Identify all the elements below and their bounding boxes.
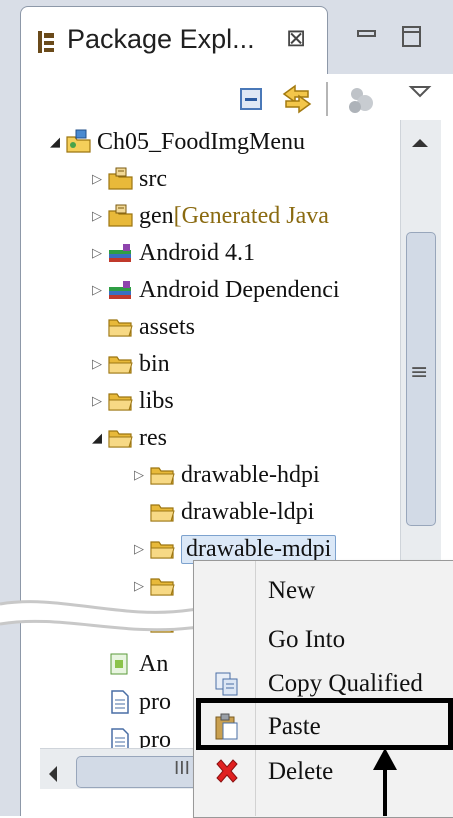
menu-item-label: Copy Qualified [268,670,423,697]
tree-item-label: Android Dependenci [139,276,340,303]
pointer-arrow-line [383,764,387,816]
tree-item-an[interactable]: An [88,646,168,682]
menu-item-delete[interactable]: Delete [194,752,453,792]
folder-icon [106,388,136,414]
tree-item-res[interactable]: ◢ res [88,420,167,456]
view-menu-icon[interactable] [408,84,432,100]
tree-item-src[interactable]: ▷ src [88,161,167,197]
menu-item-new[interactable]: New [194,571,453,611]
tree-item-label: drawable-hdpi [181,461,320,488]
android-manifest-icon [106,651,136,677]
menu-item-label: Go Into [268,626,346,653]
folder-icon [148,610,178,636]
tree-item[interactable]: ▷ [130,568,181,604]
folder-icon [148,499,178,525]
tree-item-drawable-hdpi[interactable]: ▷ drawable-hdpi [130,457,320,493]
collapsed-arrow-icon[interactable]: ▷ [130,467,148,483]
library-icon [106,240,136,266]
tree-item-label: src [139,165,167,192]
view-title: Package Expl... [67,24,255,54]
tree-item-drawable-ldpi[interactable]: drawable-ldpi [130,494,314,530]
tree-item-label: An [139,650,169,677]
h-scroll-grip-icon: III [174,758,190,779]
close-view-icon[interactable]: ⊠ [286,24,306,52]
tree-item-libs[interactable]: ▷ libs [88,383,174,419]
collapsed-arrow-icon[interactable]: ▷ [130,578,148,594]
tree-item-label: Ch05_FoodImgMenu [97,128,306,155]
tree-item-label: assets [139,313,195,340]
tree-item-bin[interactable]: ▷ bin [88,346,170,382]
collapsed-arrow-icon[interactable]: ▷ [88,393,106,409]
toolbar-separator [326,82,328,116]
file-icon [106,689,136,715]
menu-item-label: New [268,577,316,604]
collapsed-arrow-icon[interactable]: ▷ [88,171,106,187]
maximize-icon[interactable] [400,24,424,50]
expanded-arrow-icon[interactable]: ◢ [130,615,148,631]
tree-item-gen[interactable]: ▷ gen [Generated Java [88,198,329,234]
source-folder-icon [106,203,136,229]
menu-item-label: Delete [268,758,334,785]
tree-item-android-dependenci[interactable]: ▷ Android Dependenci [88,272,340,308]
expanded-arrow-icon[interactable]: ◢ [46,134,64,150]
scroll-grip-icon: ≡ [410,360,429,385]
delete-icon [194,758,260,786]
scroll-up-icon[interactable] [409,136,431,150]
collapsed-arrow-icon[interactable]: ▷ [88,356,106,372]
tree-item[interactable]: ◢ [130,605,181,641]
folder-icon [148,573,178,599]
menu-item-go-into[interactable]: Go Into [194,620,453,660]
copy-icon [194,670,260,698]
tree-item-ch05-foodimgmenu[interactable]: ◢ Ch05_FoodImgMenu [46,124,305,160]
tree-item-label: pro [139,688,171,715]
minimize-icon[interactable] [355,28,379,46]
folder-icon [106,425,136,451]
tree-item-label: drawable-ldpi [181,498,315,525]
library-icon [106,277,136,303]
tree-item-android-4-1[interactable]: ▷ Android 4.1 [88,235,255,271]
scroll-left-icon[interactable] [46,764,60,784]
tree-item-label: gen [139,202,174,229]
tree-item-label: bin [139,350,170,377]
collapse-all-icon[interactable] [236,86,266,114]
project-icon [64,129,94,155]
folder-icon [106,314,136,340]
expanded-arrow-icon[interactable]: ◢ [88,430,106,446]
tree-item-assets[interactable]: assets [88,309,195,345]
package-explorer-icon [38,31,54,53]
tree-item-label: res [139,424,167,451]
folder-icon [106,351,136,377]
folder-icon [148,462,178,488]
link-with-editor-icon[interactable] [280,82,314,116]
tree-item-label: libs [139,387,174,414]
collapsed-arrow-icon[interactable]: ▷ [88,245,106,261]
tree-item-pro[interactable]: pro [88,684,171,720]
generated-java-suffix: [Generated Java [173,202,329,229]
tree-item-label: Android 4.1 [139,239,255,266]
folder-icon [148,536,178,562]
collapsed-arrow-icon[interactable]: ▷ [88,282,106,298]
paste-highlight-box [196,698,453,750]
collapsed-arrow-icon[interactable]: ▷ [88,208,106,224]
source-folder-icon [106,166,136,192]
collapsed-arrow-icon[interactable]: ▷ [130,541,148,557]
focus-icon[interactable] [344,84,378,116]
